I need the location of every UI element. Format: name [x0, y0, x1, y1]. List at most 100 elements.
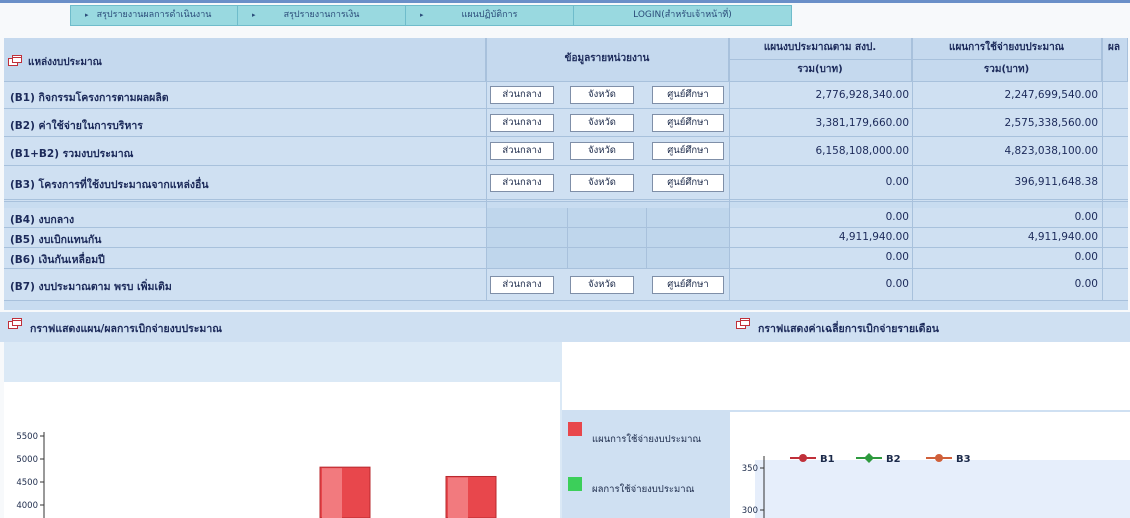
legend-label: B1	[820, 454, 835, 465]
plan-value: 0.00	[885, 278, 909, 290]
nav-item-performance-report[interactable]: ▸ สรุปรายงานผลการดำเนินงาน	[70, 5, 238, 26]
central-button[interactable]: ส่วนกลาง	[490, 174, 554, 192]
budget-table: แหล่งงบประมาณ ข้อมูลรายหน่วยงาน แผนงบประ…	[4, 38, 1128, 310]
table-row: (B1) กิจกรรมโครงการตามผลผลิต ส่วนกลาง จั…	[4, 82, 1128, 109]
right-chart-title: กราฟแสดงค่าเฉลี่ยการเบิกจ่ายรายเดือน	[758, 323, 939, 335]
column-divider	[1102, 38, 1103, 301]
spend-value: 0.00	[1074, 211, 1098, 223]
province-button[interactable]: จังหวัด	[570, 276, 634, 294]
table-row: (B2) ค่าใช้จ่ายในการบริหาร ส่วนกลาง จังห…	[4, 109, 1128, 137]
center-button[interactable]: ศูนย์ศึกษา	[652, 114, 724, 132]
plan-value: 0.00	[885, 211, 909, 223]
y-tick-label: 350	[742, 464, 758, 474]
y-tick-label: 4000	[16, 501, 38, 511]
spend-subheader: รวม(บาท)	[912, 60, 1102, 82]
nav-item-label: แผนปฏิบัติการ	[461, 10, 518, 20]
legend-marker	[935, 454, 943, 462]
nav-item-login[interactable]: LOGIN(สำหรับเจ้าหน้าที่)	[574, 5, 792, 26]
source-header-cell: แหล่งงบประมาณ	[4, 38, 486, 82]
nav-item-finance-report[interactable]: ▸ สรุปรายงานการเงิน	[238, 5, 406, 26]
table-row: (B1+B2) รวมงบประมาณ ส่วนกลาง จังหวัด ศูน…	[4, 137, 1128, 166]
nav-arrow-icon: ▸	[420, 11, 424, 19]
spend-value: 2,247,699,540.00	[1004, 89, 1098, 101]
source-header: แหล่งงบประมาณ	[28, 57, 102, 68]
center-button[interactable]: ศูนย์ศึกษา	[652, 86, 724, 104]
nav-arrow-icon: ▸	[85, 11, 89, 19]
spend-value: 2,575,338,560.00	[1004, 117, 1098, 129]
left-chart-legend-top	[562, 342, 730, 410]
right-chart-svg: 350 300 B1 B2 B3	[742, 453, 971, 518]
row-label: (B2) ค่าใช้จ่ายในการบริหาร	[10, 120, 143, 132]
window-icon	[8, 318, 22, 329]
legend-label: B3	[956, 454, 971, 465]
legend-marker	[799, 454, 807, 462]
table-row: (B7) งบประมาณตาม พรบ เพิ่มเติม ส่วนกลาง …	[4, 269, 1128, 301]
y-tick-label: 5500	[16, 432, 38, 442]
row-label: (B1) กิจกรรมโครงการตามผลผลิต	[10, 92, 169, 104]
nav-item-label: LOGIN(สำหรับเจ้าหน้าที่)	[633, 10, 732, 20]
province-button[interactable]: จังหวัด	[570, 114, 634, 132]
spend-value: 0.00	[1074, 278, 1098, 290]
extra-header: ผล	[1102, 38, 1128, 82]
center-button[interactable]: ศูนย์ศึกษา	[652, 174, 724, 192]
y-tick-label: 300	[742, 506, 758, 516]
spend-header: แผนการใช้จ่ายงบประมาณ	[912, 38, 1102, 60]
spend-value: 4,823,038,100.00	[1004, 145, 1098, 157]
spend-value: 0.00	[1074, 251, 1098, 263]
spend-value: 4,911,940.00	[1027, 231, 1098, 243]
left-chart-title: กราฟแสดงแผน/ผลการเบิกจ่ายงบประมาณ	[30, 323, 222, 335]
plan-header: แผนงบประมาณตาม สงป.	[729, 38, 912, 60]
column-divider	[567, 208, 568, 269]
row-label: (B6) เงินกันเหลื่อมปี	[10, 254, 105, 266]
plan-value: 4,911,940.00	[838, 231, 909, 243]
center-button[interactable]: ศูนย์ศึกษา	[652, 142, 724, 160]
row-label: (B5) งบเบิกแทนกัน	[10, 234, 102, 246]
empty-unit-cell	[486, 208, 729, 227]
legend-marker	[864, 453, 874, 463]
nav-item-action-plan[interactable]: ▸ แผนปฏิบัติการ	[406, 5, 574, 26]
legend-label: B2	[886, 454, 901, 465]
table-row: (B3) โครงการที่ใช้งบประมาณจากแหล่งอื่น ส…	[4, 166, 1128, 202]
spend-value: 396,911,648.38	[1014, 176, 1099, 188]
row-label: (B7) งบประมาณตาม พรบ เพิ่มเติม	[10, 281, 172, 293]
top-nav: ▸ สรุปรายงานผลการดำเนินงาน ▸ สรุปรายงานก…	[70, 5, 792, 26]
y-tick-label: 4500	[16, 478, 38, 488]
y-tick-label: 5000	[16, 455, 38, 465]
column-divider	[912, 38, 913, 301]
province-button[interactable]: จังหวัด	[570, 174, 634, 192]
central-button[interactable]: ส่วนกลาง	[490, 114, 554, 132]
left-chart-svg: 5500 5000 4500 4000	[16, 432, 497, 518]
legend-swatch-result	[568, 477, 582, 491]
nav-arrow-icon: ▸	[252, 11, 256, 19]
column-divider	[729, 38, 730, 301]
legend-label-plan: แผนการใช้จ่ายงบประมาณ	[592, 434, 702, 445]
table-row: (B5) งบเบิกแทนกัน 4,911,940.00 4,911,940…	[4, 228, 1128, 248]
window-icon	[736, 318, 750, 329]
row-label: (B4) งบกลาง	[10, 214, 75, 226]
plan-value: 3,381,179,660.00	[815, 117, 909, 129]
legend-label-result: ผลการใช้จ่ายงบประมาณ	[592, 484, 695, 495]
bar-highlight	[322, 468, 342, 518]
empty-unit-cell	[486, 248, 729, 268]
province-button[interactable]: จังหวัด	[570, 86, 634, 104]
row-label: (B1+B2) รวมงบประมาณ	[10, 148, 134, 160]
central-button[interactable]: ส่วนกลาง	[490, 276, 554, 294]
plan-value: 0.00	[885, 251, 909, 263]
table-row: (B6) เงินกันเหลื่อมปี 0.00 0.00	[4, 248, 1128, 269]
column-divider	[486, 38, 487, 301]
legend-swatch-plan	[568, 422, 582, 436]
empty-unit-cell	[486, 228, 729, 247]
province-button[interactable]: จังหวัด	[570, 142, 634, 160]
center-button[interactable]: ศูนย์ศึกษา	[652, 276, 724, 294]
bar-highlight	[448, 477, 468, 518]
row-label: (B3) โครงการที่ใช้งบประมาณจากแหล่งอื่น	[10, 179, 209, 191]
window-icon	[8, 55, 22, 66]
plan-value: 6,158,108,000.00	[815, 145, 909, 157]
left-chart-legend	[562, 410, 730, 518]
table-row: (B4) งบกลาง 0.00 0.00	[4, 208, 1128, 228]
top-strip	[0, 0, 1130, 3]
central-button[interactable]: ส่วนกลาง	[490, 142, 554, 160]
column-divider	[646, 208, 647, 269]
central-button[interactable]: ส่วนกลาง	[490, 86, 554, 104]
plan-value: 2,776,928,340.00	[815, 89, 909, 101]
